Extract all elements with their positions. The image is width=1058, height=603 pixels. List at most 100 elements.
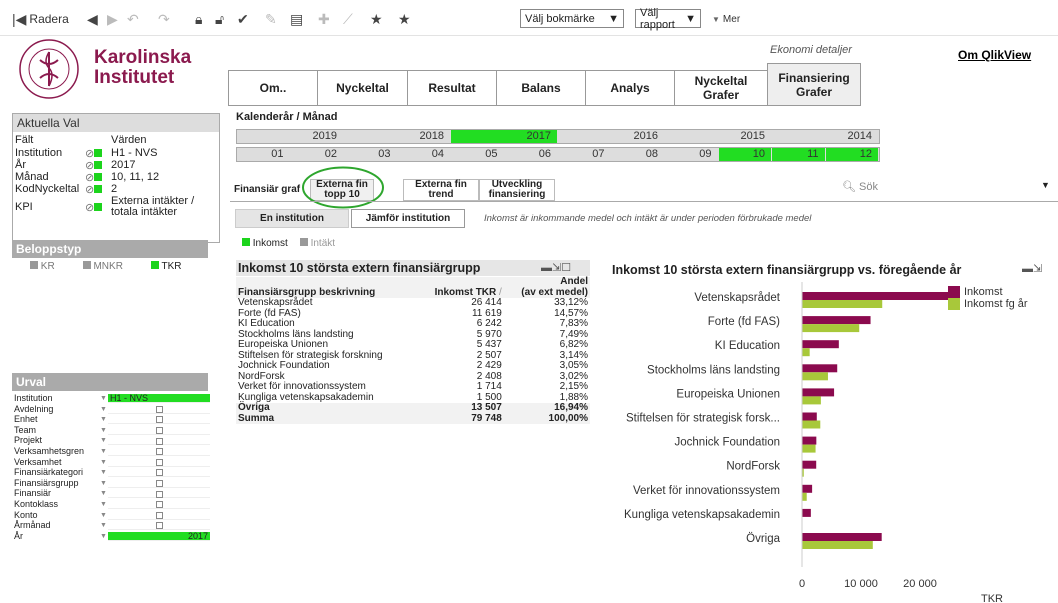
belopp-option-tkr[interactable]: TKR bbox=[150, 261, 182, 272]
checkbox[interactable] bbox=[155, 479, 163, 487]
bar-inkomst[interactable] bbox=[802, 316, 871, 325]
belopp-option-mnkr[interactable]: MNKR bbox=[82, 261, 123, 272]
checkbox[interactable] bbox=[155, 490, 163, 498]
checkbox[interactable] bbox=[155, 469, 163, 477]
bar-inkomst[interactable] bbox=[802, 460, 817, 469]
bar-inkomst-fg-år[interactable] bbox=[802, 492, 807, 501]
chevron-down-icon[interactable]: ▼ bbox=[100, 405, 107, 414]
bar-inkomst[interactable] bbox=[802, 292, 958, 300]
clear-field-icon[interactable]: ⊘ bbox=[85, 184, 94, 196]
bar-inkomst-fg-år[interactable] bbox=[802, 324, 860, 333]
bar-inkomst-fg-år[interactable] bbox=[802, 348, 810, 357]
report-select[interactable]: Välj rapport ▼ bbox=[635, 7, 701, 31]
month-cell[interactable]: 09 bbox=[665, 148, 719, 161]
table-row[interactable]: Europeiska Unionen 5 437 6,82% bbox=[236, 339, 590, 351]
col-header-name[interactable]: Finansiärsgrupp beskrivning bbox=[236, 277, 417, 298]
year-cell[interactable]: 2014 bbox=[772, 130, 879, 143]
month-cell[interactable]: 08 bbox=[611, 148, 665, 161]
col-header-amount[interactable]: Inkomst TKR / bbox=[417, 277, 504, 298]
chevron-down-icon[interactable]: ▼ bbox=[100, 479, 107, 488]
urval-row[interactable]: Team ▼ bbox=[14, 425, 210, 435]
month-cell[interactable]: 01 bbox=[237, 148, 291, 161]
single-institution-button[interactable]: En institution bbox=[235, 209, 349, 228]
undo-icon[interactable]: ↶ bbox=[127, 10, 139, 28]
bar-inkomst-fg-år[interactable] bbox=[802, 541, 873, 549]
urval-value[interactable] bbox=[108, 521, 210, 531]
forward-icon[interactable]: ▶ bbox=[107, 10, 118, 28]
tab-om[interactable]: Om.. bbox=[228, 70, 318, 106]
col-header-share[interactable]: Andel (av ext medel) bbox=[504, 276, 590, 298]
bar-inkomst[interactable] bbox=[802, 508, 811, 517]
month-cell[interactable]: 04 bbox=[397, 148, 451, 161]
chevron-down-icon[interactable]: ▼ bbox=[100, 532, 107, 541]
lock-icon[interactable]: 🔒︎ bbox=[195, 10, 202, 28]
bar-inkomst-fg-år[interactable] bbox=[802, 444, 816, 453]
checkbox[interactable] bbox=[155, 405, 163, 413]
checkbox[interactable] bbox=[155, 437, 163, 445]
unlock-icon[interactable]: 🔓︎ bbox=[215, 10, 224, 28]
month-cell[interactable]: 03 bbox=[344, 148, 398, 161]
urval-value[interactable] bbox=[108, 489, 210, 499]
edit-icon[interactable]: ✎ bbox=[265, 10, 277, 28]
urval-value[interactable] bbox=[108, 468, 210, 478]
month-cell[interactable]: 07 bbox=[558, 148, 612, 161]
urval-row[interactable]: År ▼ 2017 bbox=[14, 531, 210, 541]
year-cell[interactable]: 2018 bbox=[344, 130, 451, 143]
chart-toolbar[interactable]: ▬⇲ bbox=[1022, 262, 1042, 275]
urval-row[interactable]: Institution ▼ H1 - NVS bbox=[14, 394, 210, 403]
bar-inkomst[interactable] bbox=[802, 412, 817, 421]
month-cell[interactable]: 12 bbox=[825, 148, 879, 161]
month-cell[interactable]: 10 bbox=[718, 148, 772, 161]
measure-revenue[interactable]: Intäkt bbox=[299, 238, 335, 249]
year-cell[interactable]: 2019 bbox=[237, 130, 344, 143]
bar-inkomst-fg-år[interactable] bbox=[802, 300, 883, 308]
urval-value[interactable] bbox=[108, 415, 210, 425]
urval-value[interactable] bbox=[108, 447, 210, 456]
urval-row[interactable]: Kontoklass ▼ bbox=[14, 500, 210, 509]
table-row[interactable]: Verket för innovationssystem 1 714 2,15% bbox=[236, 381, 590, 393]
tab-finansiar-graf[interactable]: Finansiär graf bbox=[234, 184, 300, 195]
month-cell[interactable]: 06 bbox=[504, 148, 558, 161]
chevron-down-icon[interactable]: ▼ bbox=[100, 458, 107, 467]
table-row[interactable]: KI Education 6 242 7,83% bbox=[236, 318, 590, 330]
urval-row[interactable]: Verksamhet ▼ bbox=[14, 457, 210, 467]
tab-balans[interactable]: Balans bbox=[496, 70, 586, 106]
bar-inkomst[interactable] bbox=[802, 364, 838, 373]
selection-icons[interactable]: ⊘ bbox=[85, 183, 103, 196]
search-box[interactable]: 🔍︎ Sök bbox=[842, 180, 878, 193]
urval-row[interactable]: Konto ▼ bbox=[14, 510, 210, 520]
checkbox[interactable] bbox=[155, 511, 163, 519]
tab-nyckeltal[interactable]: Nyckeltal bbox=[317, 70, 408, 106]
urval-row[interactable]: Enhet ▼ bbox=[14, 415, 210, 425]
chevron-down-icon[interactable]: ▼ bbox=[100, 500, 107, 509]
bookmark-select[interactable]: Välj bokmärke ▼ bbox=[520, 9, 624, 28]
chevron-down-icon[interactable]: ▼ bbox=[100, 436, 107, 445]
urval-row[interactable]: Årmånad ▼ bbox=[14, 521, 210, 531]
more-button[interactable]: ▼ Mer bbox=[712, 10, 740, 28]
table-row[interactable]: Kungliga vetenskapsakademin 1 500 1,88% bbox=[236, 392, 590, 404]
chevron-down-icon[interactable]: ▼ bbox=[100, 447, 107, 456]
checkbox[interactable] bbox=[155, 522, 163, 530]
bar-inkomst[interactable] bbox=[802, 388, 835, 397]
month-cell[interactable]: 02 bbox=[290, 148, 344, 161]
measure-income[interactable]: Inkomst bbox=[242, 238, 288, 249]
urval-row[interactable]: Avdelning ▼ bbox=[14, 404, 210, 414]
urval-value[interactable] bbox=[108, 405, 210, 414]
chevron-down-icon[interactable]: ▼ bbox=[1041, 180, 1050, 190]
urval-value[interactable] bbox=[108, 458, 210, 467]
year-cell[interactable]: 2015 bbox=[665, 130, 772, 143]
tab-utveckling-finansiering[interactable]: Utveckling finansiering bbox=[479, 179, 555, 201]
tab-nyckeltal-grafer[interactable]: Nyckeltal Grafer bbox=[674, 70, 768, 106]
bar-inkomst[interactable] bbox=[802, 436, 817, 445]
chevron-down-icon[interactable]: ▼ bbox=[100, 394, 107, 403]
chevron-down-icon[interactable]: ▼ bbox=[100, 521, 107, 530]
checkbox[interactable] bbox=[155, 416, 163, 424]
chevron-down-icon[interactable]: ▼ bbox=[100, 511, 107, 520]
urval-row[interactable]: Verksamhetsgren ▼ bbox=[14, 447, 210, 456]
chevron-down-icon[interactable]: ▼ bbox=[100, 489, 107, 498]
chart-icon[interactable]: ▤ bbox=[290, 10, 303, 28]
urval-value[interactable] bbox=[108, 479, 210, 488]
urval-row[interactable]: Projekt ▼ bbox=[14, 436, 210, 446]
urval-value[interactable]: H1 - NVS bbox=[108, 394, 210, 403]
chevron-down-icon[interactable]: ▼ bbox=[100, 426, 107, 435]
